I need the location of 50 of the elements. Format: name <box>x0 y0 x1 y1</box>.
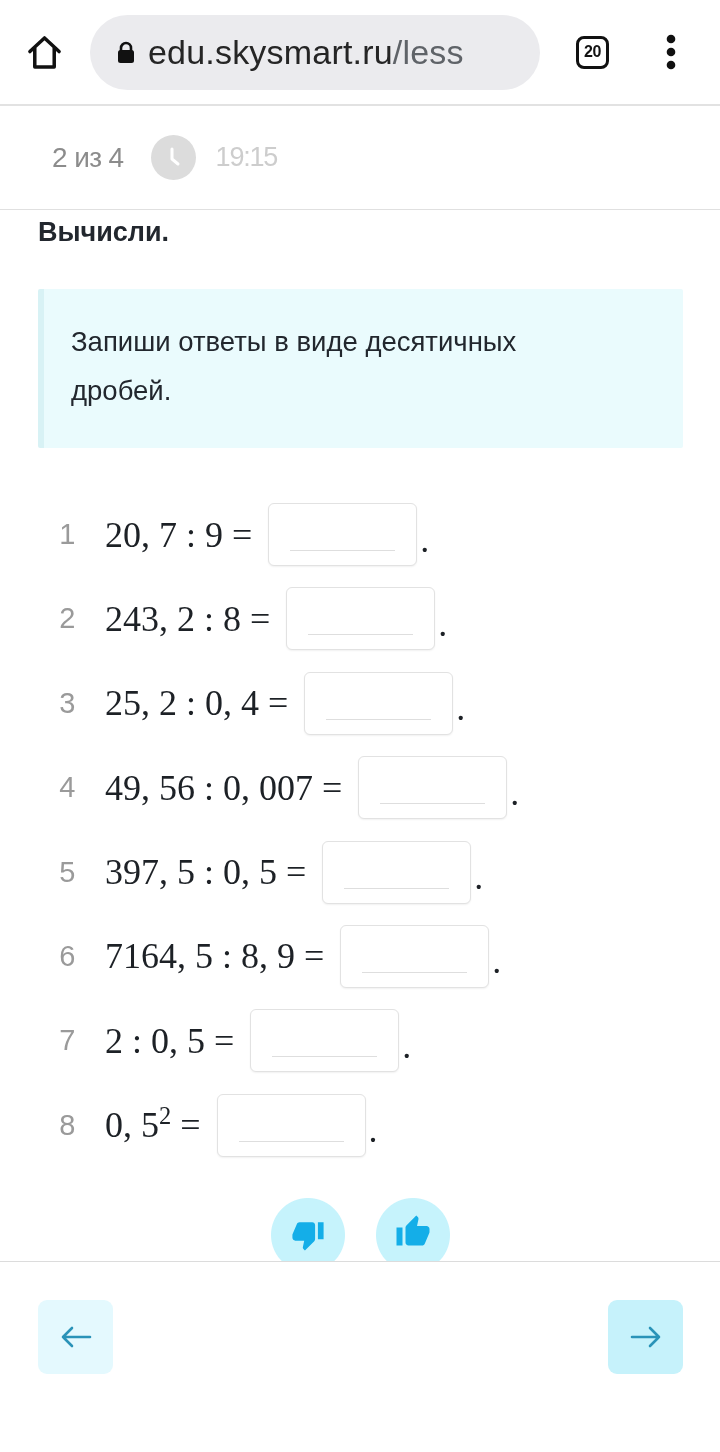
tab-switcher-button[interactable]: 20 <box>576 35 609 69</box>
answer-box[interactable] <box>250 1009 400 1073</box>
answer-box[interactable] <box>304 671 454 735</box>
exercise-number: 3 <box>58 686 75 720</box>
exercise-number: 4 <box>58 771 75 805</box>
question-counter: 2 из 4 <box>52 141 124 174</box>
math-expression: 49, 56 : 0, 007 = <box>105 769 343 806</box>
like-button[interactable] <box>376 1198 450 1261</box>
answer-box[interactable] <box>358 756 508 820</box>
math-expression: 7164, 5 : 8, 9 = <box>105 938 325 975</box>
exercise-number: 6 <box>58 939 75 973</box>
math-expression: 25, 2 : 0, 4 = <box>105 685 289 722</box>
period-text: . <box>474 856 484 896</box>
task-title: Вычисли. <box>38 216 170 249</box>
answer-box[interactable] <box>268 503 418 566</box>
period-text: . <box>456 687 466 727</box>
math-expression: 20, 7 : 9 = <box>105 516 253 553</box>
right-arrow-icon <box>629 1325 662 1349</box>
lock-icon <box>117 40 135 64</box>
left-arrow-icon <box>59 1325 92 1349</box>
address-bar[interactable]: edu.skysmart.ru/less <box>90 14 540 90</box>
clock-icon <box>150 135 196 180</box>
home-icon <box>27 35 62 70</box>
math-expression: 0, 5$^{2}$ = <box>105 1107 201 1144</box>
period-text: . <box>510 771 520 811</box>
math-expression: 243, 2 : 8 = <box>105 600 271 637</box>
url-text: edu.skysmart.ru/less <box>148 32 464 72</box>
home-button[interactable] <box>27 35 62 70</box>
period-text: . <box>438 602 448 642</box>
next-button[interactable] <box>608 1300 683 1374</box>
answer-box[interactable] <box>216 1093 366 1157</box>
answer-box[interactable] <box>322 840 472 904</box>
exercise-number: 8 <box>58 1108 75 1142</box>
exercise-number: 5 <box>58 855 75 889</box>
period-text: . <box>420 518 430 558</box>
math-expression: 397, 5 : 0, 5 = <box>105 854 307 891</box>
back-button[interactable] <box>38 1300 113 1374</box>
dislike-button[interactable] <box>271 1198 345 1261</box>
answer-box[interactable] <box>286 587 436 651</box>
hint-text: Запиши ответы в виде десятичных дробей. <box>71 325 518 408</box>
menu-icon <box>666 34 676 70</box>
period-text: . <box>492 940 502 980</box>
answer-box[interactable] <box>340 924 490 988</box>
period-text: . <box>402 1024 412 1064</box>
exercise-number: 1 <box>58 518 75 551</box>
math-expression: 2 : 0, 5 = <box>105 1022 235 1059</box>
exercise-number: 2 <box>58 602 75 636</box>
period-text: . <box>368 1109 378 1149</box>
menu-button[interactable] <box>666 34 676 70</box>
exercise-number: 7 <box>58 1024 75 1058</box>
